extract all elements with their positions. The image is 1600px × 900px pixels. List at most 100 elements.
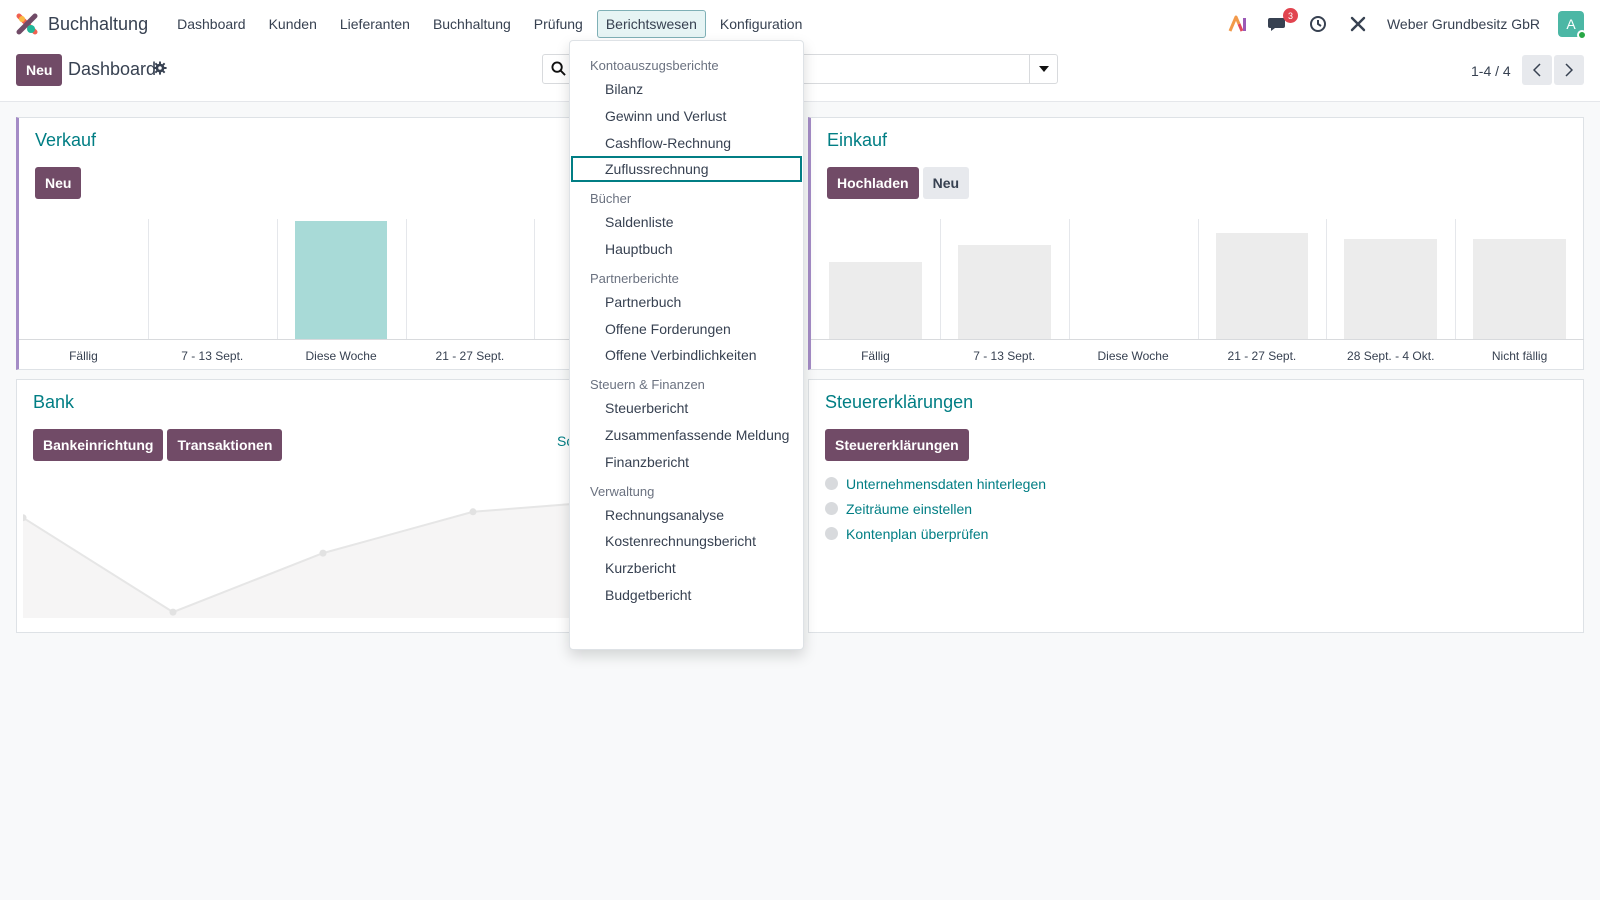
app-brand[interactable]: Buchhaltung — [16, 13, 158, 35]
purchase-new-button[interactable]: Neu — [922, 167, 970, 199]
chart-separator — [276, 219, 278, 339]
card-title-steuer[interactable]: Steuererklärungen — [825, 392, 973, 413]
bank-chart-point[interactable] — [469, 508, 477, 516]
dropdown-item-offene-forderungen[interactable]: Offene Forderungen — [571, 316, 802, 342]
checklist-link-zeitraume-einstellen[interactable]: Zeiträume einstellen — [846, 501, 972, 517]
chart-baseline — [811, 339, 1584, 340]
chevron-left-icon — [1533, 63, 1541, 77]
ai-assistant-icon[interactable] — [1227, 13, 1249, 35]
chart-bar[interactable] — [957, 244, 1051, 339]
tax-returns-button[interactable]: Steuererklärungen — [825, 429, 969, 461]
settings-gear-icon[interactable] — [153, 61, 169, 77]
onboarding-checklist: Unternehmensdaten hinterlegen Zeiträume e… — [825, 471, 1046, 546]
bank-balance-chart[interactable] — [23, 490, 583, 630]
app-logo-icon — [16, 13, 38, 35]
dropdown-item-bilanz[interactable]: Bilanz — [571, 76, 802, 102]
transactions-button[interactable]: Transaktionen — [167, 429, 283, 461]
dropdown-section-header: Bücher — [590, 191, 632, 207]
chart-separator — [534, 219, 536, 339]
checklist-status-icon — [825, 502, 838, 515]
dropdown-item-budgetbericht[interactable]: Budgetbericht — [571, 582, 802, 608]
dropdown-item-steuerbericht[interactable]: Steuerbericht — [571, 395, 802, 421]
chevron-right-icon — [1565, 63, 1573, 77]
chart-separator — [1197, 219, 1199, 339]
search-options-caret-icon[interactable] — [1029, 55, 1057, 83]
card-title-bank[interactable]: Bank — [33, 392, 74, 413]
checklist-link-unternehmensdaten-hinterlegen[interactable]: Unternehmensdaten hinterlegen — [846, 476, 1046, 492]
dropdown-item-partnerbuch[interactable]: Partnerbuch — [571, 289, 802, 315]
checklist-link-kontenplan-uberprufen[interactable]: Kontenplan überprüfen — [846, 526, 988, 542]
purchase-chart[interactable]: Fällig 7 - 13 Sept. Diese Woche 21 - 27 Sep… — [811, 219, 1584, 365]
chat-messages-icon[interactable]: 3 — [1267, 8, 1298, 35]
tools-icon[interactable] — [1347, 13, 1369, 35]
tax-returns-card: Steuererklärungen Steuererklärungen Unte… — [808, 379, 1584, 633]
search-icon[interactable] — [551, 61, 566, 79]
chart-tick-label: Fällig — [69, 349, 98, 363]
dropdown-item-kostenrechnungsbericht[interactable]: Kostenrechnungsbericht — [571, 528, 802, 554]
chart-separator — [1455, 219, 1457, 339]
purchase-journal-card: Einkauf Hochladen Neu Fällig 7 - 13 Sept.… — [808, 117, 1584, 370]
menu-item-dashboard[interactable]: Dashboard — [168, 10, 255, 38]
checklist-status-icon — [825, 527, 838, 540]
page-title: Dashboard — [68, 59, 157, 79]
menu-item-konfiguration[interactable]: Konfiguration — [711, 10, 812, 38]
chart-separator — [147, 219, 149, 339]
chart-tick-label: 7 - 13 Sept. — [181, 349, 244, 363]
chart-tick-label: Fällig — [861, 349, 890, 363]
dropdown-item-zuflussrechnung[interactable]: Zuflussrechnung — [571, 156, 802, 183]
main-menu: Dashboard Kunden Lieferanten Buchhaltung Prü… — [168, 10, 816, 38]
bank-chart-area — [23, 503, 583, 618]
card-title-verkauf[interactable]: Verkauf — [35, 130, 96, 151]
menu-item-kunden[interactable]: Kunden — [260, 10, 326, 38]
systray: 3 Weber Grundbesitz GbR A — [1227, 0, 1587, 48]
pager-previous-button[interactable] — [1522, 55, 1552, 85]
reporting-dropdown-menu: Kontoauszugsberichte Bilanz Gewinn und Ver… — [569, 40, 804, 650]
chart-tick-label: 21 - 27 Sept. — [435, 349, 505, 363]
avatar-letter: A — [1566, 16, 1576, 32]
dropdown-item-cashflow-rechnung[interactable]: Cashflow-Rechnung — [571, 130, 802, 156]
bank-chart-point[interactable] — [319, 549, 327, 557]
upload-button[interactable]: Hochladen — [827, 167, 919, 199]
app-name: Buchhaltung — [48, 13, 149, 34]
dropdown-section-header: Kontoauszugsberichte — [590, 58, 719, 73]
dropdown-section-header: Verwaltung — [590, 483, 655, 499]
chart-separator — [1068, 219, 1070, 339]
chart-tick-label: Diese Woche — [1097, 349, 1169, 363]
dropdown-section-header: Partnerberichte — [590, 270, 679, 286]
dropdown-item-finanzbericht[interactable]: Finanzbericht — [571, 449, 802, 475]
menu-item-berichtswesen[interactable]: Berichtswesen — [596, 10, 706, 38]
online-status-dot — [1577, 30, 1587, 40]
chart-bar[interactable] — [1215, 232, 1309, 339]
bank-setup-button[interactable]: Bankeinrichtung — [33, 429, 164, 461]
dropdown-item-rechnungsanalyse[interactable]: Rechnungsanalyse — [571, 502, 802, 528]
dropdown-item-saldenliste[interactable]: Saldenliste — [571, 209, 802, 235]
sales-new-button[interactable]: Neu — [35, 167, 82, 199]
dropdown-item-gewinn-und-verlust[interactable]: Gewinn und Verlust — [571, 103, 802, 129]
chart-bar[interactable] — [829, 262, 922, 339]
chart-tick-label: 7 - 13 Sept. — [973, 349, 1036, 363]
new-button[interactable]: Neu — [16, 54, 63, 86]
dropdown-item-hauptbuch[interactable]: Hauptbuch — [571, 236, 802, 262]
bank-chart-point[interactable] — [169, 608, 177, 616]
chart-tick-label: Nicht fällig — [1491, 349, 1548, 363]
chart-bar[interactable] — [1344, 238, 1438, 339]
checklist-item: Unternehmensdaten hinterlegen — [825, 471, 1046, 496]
pager-next-button[interactable] — [1554, 55, 1584, 85]
chart-separator — [939, 219, 941, 339]
user-avatar[interactable]: A — [1558, 11, 1587, 40]
company-switcher[interactable]: Weber Grundbesitz GbR — [1387, 16, 1540, 32]
menu-item-prufung[interactable]: Prüfung — [525, 10, 592, 38]
chart-tick-label: 21 - 27 Sept. — [1227, 349, 1297, 363]
pager-value[interactable]: 1-4 / 4 — [1471, 63, 1511, 79]
messages-badge: 3 — [1282, 8, 1298, 23]
activity-clock-icon[interactable] — [1307, 13, 1329, 35]
dropdown-item-zusammenfassende-meldung[interactable]: Zusammenfassende Meldung — [571, 422, 802, 448]
dropdown-item-offene-verbindlichkeiten[interactable]: Offene Verbindlichkeiten — [571, 342, 802, 368]
dropdown-item-kurzbericht[interactable]: Kurzbericht — [571, 555, 802, 581]
chart-bar[interactable] — [294, 221, 388, 339]
chart-tick-label: 28 Sept. - 4 Okt. — [1347, 349, 1435, 363]
menu-item-lieferanten[interactable]: Lieferanten — [331, 10, 419, 38]
chart-bar[interactable] — [1473, 238, 1566, 339]
menu-item-buchhaltung[interactable]: Buchhaltung — [424, 10, 520, 38]
card-title-einkauf[interactable]: Einkauf — [827, 130, 887, 151]
